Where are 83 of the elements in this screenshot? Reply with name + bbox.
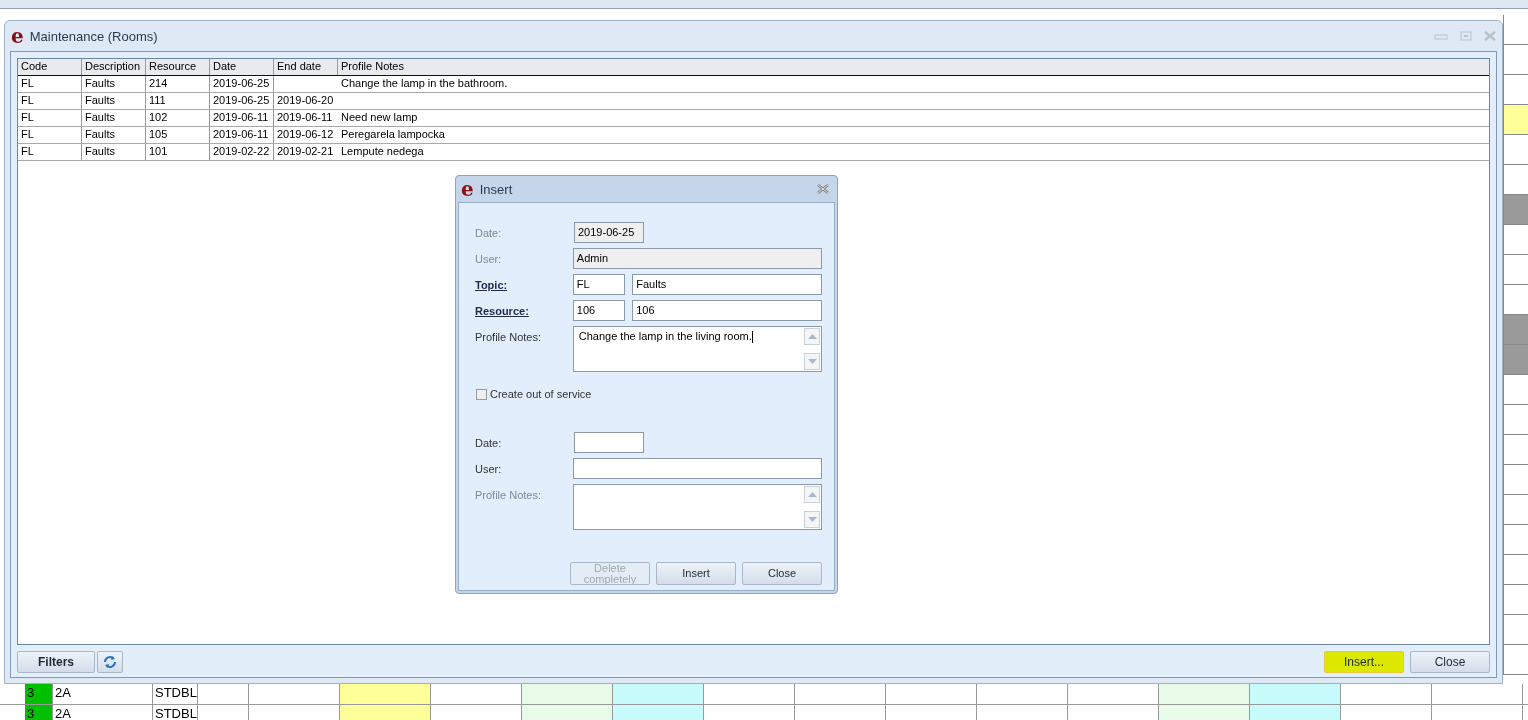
table-cell: 2019-02-22 (210, 144, 274, 160)
maximize-icon[interactable] (1460, 31, 1472, 41)
column-header[interactable]: Date (210, 59, 274, 75)
dialog-button[interactable]: Insert (656, 562, 736, 585)
table-cell-text: Lempute nedega (340, 144, 425, 159)
filters-button[interactable]: Filters (17, 651, 95, 673)
column-header[interactable]: End date (274, 59, 338, 75)
close-icon[interactable] (817, 184, 829, 194)
scroll-up-button[interactable] (804, 328, 820, 345)
close-button[interactable]: Close (1410, 651, 1490, 673)
table-cell: Faults (82, 76, 146, 92)
table-cell-text: 2019-06-11 (276, 110, 334, 125)
scroll-down-button[interactable] (804, 511, 820, 528)
column-header[interactable]: Description (82, 59, 146, 75)
table-cell-text: Need new lamp (340, 110, 419, 125)
column-header[interactable]: Profile Notes (338, 59, 1489, 75)
dialog-title: Insert (479, 181, 513, 197)
field-label: User: (475, 462, 503, 475)
down-arrow-icon (807, 517, 817, 522)
table-cell: 102 (146, 110, 210, 126)
scroll-down-button[interactable] (804, 353, 820, 370)
field-label: User: (475, 252, 503, 265)
close-icon[interactable] (1484, 31, 1496, 41)
table-cell: 2019-06-25 (210, 93, 274, 109)
insert-button[interactable]: Insert... (1324, 651, 1404, 673)
table-cell: FL (18, 76, 82, 92)
table-cell: 2019-06-11 (210, 110, 274, 126)
checkbox-label: Create out of service (490, 388, 592, 400)
up-arrow-icon (807, 492, 817, 497)
table-cell: FL (18, 110, 82, 126)
field-label: Profile Notes: (475, 330, 543, 343)
code-field[interactable]: FL (572, 274, 626, 295)
date-field[interactable] (574, 432, 644, 453)
app-logo: e (11, 26, 24, 46)
table-cell-text: Peregarela lampocka (340, 127, 446, 142)
refresh-icon (103, 655, 117, 669)
text-cursor (751, 331, 753, 343)
checkbox[interactable] (476, 388, 487, 400)
background-cell: STDBL (153, 684, 198, 704)
background-cell: STDBL (153, 705, 198, 720)
background-cell: 2A (53, 705, 153, 720)
refresh-button[interactable] (97, 651, 123, 673)
table-cell: Faults (82, 127, 146, 143)
table-cell-text: 2019-06-20 (276, 93, 335, 108)
code-field[interactable]: 106 (572, 300, 626, 321)
table-cell-text: 2019-02-21 (276, 144, 335, 159)
column-header[interactable]: Code (18, 59, 82, 75)
table-cell: Faults (82, 93, 146, 109)
table-cell: Faults (82, 144, 146, 160)
background-cell: 3 (25, 684, 53, 704)
name-field[interactable]: 106 (632, 300, 822, 321)
table-cell: 214 (146, 76, 210, 92)
app-logo: e (461, 179, 474, 199)
column-header[interactable]: Resource (146, 59, 210, 75)
field-link[interactable]: Topic: (475, 274, 573, 291)
minimize-icon[interactable] (1434, 31, 1448, 41)
scroll-up-button[interactable] (804, 486, 820, 503)
up-arrow-icon (807, 334, 817, 339)
notes-text: Change the lamp in the living room. (578, 330, 752, 342)
table-cell: Faults (82, 110, 146, 126)
field-link[interactable]: Resource: (475, 300, 573, 317)
table-cell: FL (18, 93, 82, 109)
table-cell: 111 (146, 93, 210, 109)
field-label: Date: (475, 436, 503, 449)
table-cell: 105 (146, 127, 210, 143)
table-cell: 101 (146, 144, 210, 160)
down-arrow-icon (807, 359, 817, 364)
field-label: Date: (475, 226, 503, 239)
name-field[interactable]: Faults (632, 274, 822, 295)
table-cell: FL (18, 127, 82, 143)
background-cell: 3 (25, 705, 53, 720)
table-cell: 2019-06-11 (210, 127, 274, 143)
background-cell: 2A (53, 684, 153, 704)
table-cell-text: 2019-06-12 (276, 127, 335, 142)
table-cell: 2019-06-25 (210, 76, 274, 92)
field-label: Profile Notes: (475, 488, 543, 501)
notes-field[interactable]: Change the lamp in the living room. (572, 326, 822, 372)
table-cell: FL (18, 144, 82, 160)
dialog-button[interactable]: Close (742, 562, 822, 585)
window-title: Maintenance (Rooms) (29, 28, 158, 44)
user-field[interactable] (572, 458, 822, 479)
notes-field[interactable] (572, 484, 822, 530)
table-cell-text: Change the lamp in the bathroom. (340, 76, 509, 91)
